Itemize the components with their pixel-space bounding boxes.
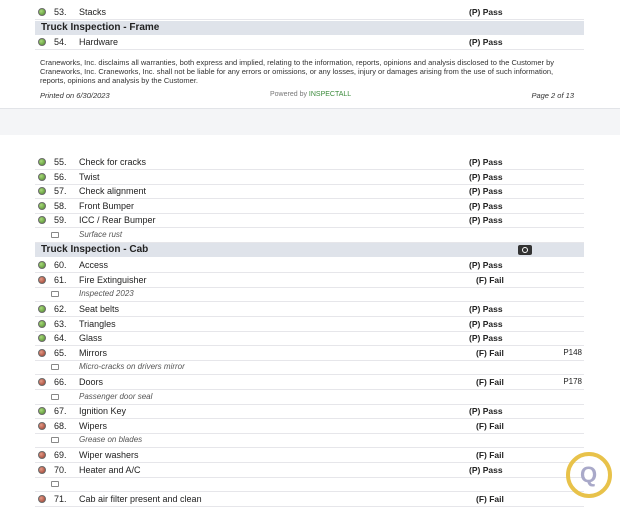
pass-status-icon (38, 334, 46, 342)
item-note: Passenger door seal (35, 390, 584, 405)
comment-icon (51, 394, 59, 400)
comment-icon (51, 437, 59, 443)
camera-icon[interactable] (518, 245, 532, 255)
pass-status-icon (38, 187, 46, 195)
inspection-row: 53. Stacks (P) Pass (35, 5, 584, 20)
pass-status-icon (38, 216, 46, 224)
powered-by: Powered by INSPECTALL (270, 91, 352, 98)
inspection-row: 71. Cab air filter present and clean (F) F… (35, 492, 584, 507)
fail-status-icon (38, 451, 46, 459)
inspection-row: 60. Access (P) Pass (35, 258, 584, 273)
inspection-row: 56. Twist (P) Pass (35, 170, 584, 185)
item-note (35, 477, 584, 492)
inspection-row: 65. Mirrors (F) Fail P148 (35, 346, 584, 361)
page-number: Page 2 of 13 (531, 91, 574, 100)
inspection-row: 68. Wipers (F) Fail (35, 419, 584, 434)
item-note: Micro-cracks on drivers mirror (35, 360, 584, 375)
fail-status-icon (38, 495, 46, 503)
item-note: Inspected 2023 (35, 287, 584, 302)
pass-status-icon (38, 261, 46, 269)
item-note: Grease on blades (35, 433, 584, 448)
photo-reference[interactable]: P148 (563, 346, 582, 360)
pass-status-icon (38, 320, 46, 328)
inspection-row: 63. Triangles (P) Pass (35, 317, 584, 332)
page-separator (0, 108, 620, 136)
inspection-row: 57. Check alignment (P) Pass (35, 184, 584, 199)
inspection-row: 67. Ignition Key (P) Pass (35, 404, 584, 419)
comment-icon (51, 232, 59, 238)
inspection-row: 58. Front Bumper (P) Pass (35, 199, 584, 214)
fail-status-icon (38, 422, 46, 430)
disclaimer-text: Craneworks, Inc. disclaims all warrantie… (40, 58, 554, 85)
pass-status-icon (38, 202, 46, 210)
comment-icon (51, 481, 59, 487)
inspection-row: 69. Wiper washers (F) Fail (35, 448, 584, 463)
pass-status-icon (38, 158, 46, 166)
inspection-row: 62. Seat belts (P) Pass (35, 302, 584, 317)
pass-status-icon (38, 407, 46, 415)
pass-status-icon (38, 38, 46, 46)
watermark-logo-icon: Q (566, 452, 612, 498)
pass-status-icon (38, 8, 46, 16)
section-header-frame: Truck Inspection - Frame (35, 21, 584, 35)
inspectall-brand: INSPECTALL (308, 91, 352, 98)
inspection-row: 66. Doors (F) Fail P178 (35, 375, 584, 390)
inspection-row: 55. Check for cracks (P) Pass (35, 155, 584, 170)
page-1-bottom: 53. Stacks (P) Pass Truck Inspection - F… (0, 0, 620, 108)
fail-status-icon (38, 378, 46, 386)
inspection-row: 64. Glass (P) Pass (35, 331, 584, 346)
comment-icon (51, 291, 59, 297)
inspection-row: 61. Fire Extinguisher (F) Fail (35, 273, 584, 288)
fail-status-icon (38, 466, 46, 474)
pass-status-icon (38, 305, 46, 313)
printed-date: Printed on 6/30/2023 (40, 91, 110, 100)
comment-icon (51, 364, 59, 370)
section-header-cab: Truck Inspection - Cab (35, 243, 584, 257)
inspection-row: 59. ICC / Rear Bumper (P) Pass (35, 213, 584, 228)
photo-reference[interactable]: P178 (563, 375, 582, 389)
fail-status-icon (38, 349, 46, 357)
pass-status-icon (38, 173, 46, 181)
fail-status-icon (38, 276, 46, 284)
inspection-row: 70. Heater and A/C (P) Pass (35, 463, 584, 478)
inspection-row: 54. Hardware (P) Pass (35, 35, 584, 50)
item-note: Surface rust (35, 228, 584, 243)
